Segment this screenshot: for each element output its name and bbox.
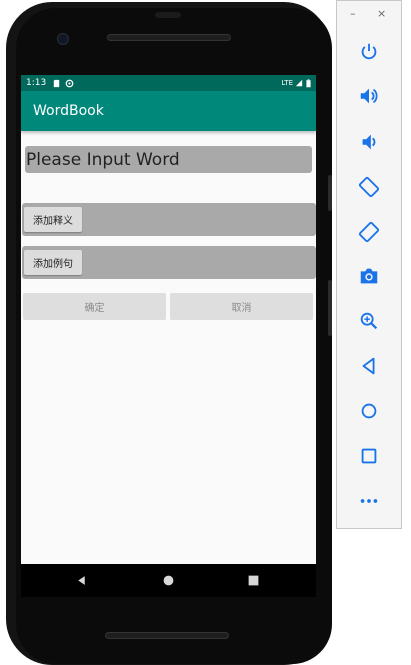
camera-icon — [360, 268, 378, 284]
sd-card-icon — [54, 79, 60, 87]
back-icon[interactable] — [75, 574, 88, 587]
volume-up-button[interactable] — [358, 85, 380, 107]
screenshot-button[interactable] — [358, 265, 380, 287]
rotate-right-icon — [358, 221, 380, 243]
word-input[interactable]: Please Input Word — [25, 146, 312, 173]
sync-icon — [65, 79, 74, 87]
cancel-button[interactable]: 取消 — [170, 293, 313, 320]
back-icon — [362, 357, 375, 375]
recents-icon[interactable] — [247, 574, 260, 587]
word-input-placeholder: Please Input Word — [26, 149, 180, 170]
emulator-back-button[interactable] — [358, 355, 380, 377]
rotate-left-icon — [358, 176, 380, 198]
more-icon — [360, 499, 378, 503]
navigation-bar — [21, 564, 316, 597]
confirm-button[interactable]: 确定 — [23, 293, 166, 320]
emulator-home-button[interactable] — [358, 400, 380, 422]
volume-down-button[interactable] — [358, 131, 380, 153]
device-screen: 1:13 LTE WordBook Please Input Word 添加释义… — [21, 75, 316, 564]
volume-up-icon — [360, 88, 378, 104]
more-button[interactable] — [358, 490, 380, 512]
emulator-titlebar: – × — [337, 7, 401, 23]
rotate-left-button[interactable] — [358, 176, 380, 198]
zoom-icon — [360, 312, 378, 330]
status-bar: 1:13 LTE — [21, 75, 316, 91]
bottom-speaker — [105, 632, 229, 639]
side-button — [328, 175, 332, 211]
battery-icon — [306, 78, 311, 87]
status-time: 1:13 — [26, 78, 47, 88]
overview-icon — [361, 448, 377, 464]
volume-down-icon — [362, 134, 376, 150]
close-button[interactable]: × — [377, 7, 386, 20]
rotate-right-button[interactable] — [358, 221, 380, 243]
front-camera — [57, 33, 69, 45]
power-icon — [361, 43, 377, 60]
earpiece-speaker — [107, 34, 231, 41]
emulator-toolbar: – × — [336, 0, 402, 529]
home-icon — [361, 403, 377, 419]
network-type: LTE — [281, 79, 293, 87]
side-button — [328, 280, 332, 336]
top-notch — [155, 12, 181, 18]
meaning-input-row[interactable]: 添加释义 — [22, 203, 316, 236]
status-right: LTE — [281, 78, 311, 88]
home-icon[interactable] — [162, 574, 175, 587]
app-title: WordBook — [33, 103, 104, 119]
add-meaning-button[interactable]: 添加释义 — [24, 207, 82, 232]
zoom-button[interactable] — [358, 310, 380, 332]
minimize-button[interactable]: – — [350, 7, 356, 20]
add-example-button[interactable]: 添加例句 — [24, 250, 82, 275]
signal-icon — [295, 79, 303, 87]
emulator-overview-button[interactable] — [358, 445, 380, 467]
app-toolbar: WordBook — [21, 91, 316, 131]
example-input-row[interactable]: 添加例句 — [22, 246, 316, 279]
power-button[interactable] — [358, 41, 380, 63]
